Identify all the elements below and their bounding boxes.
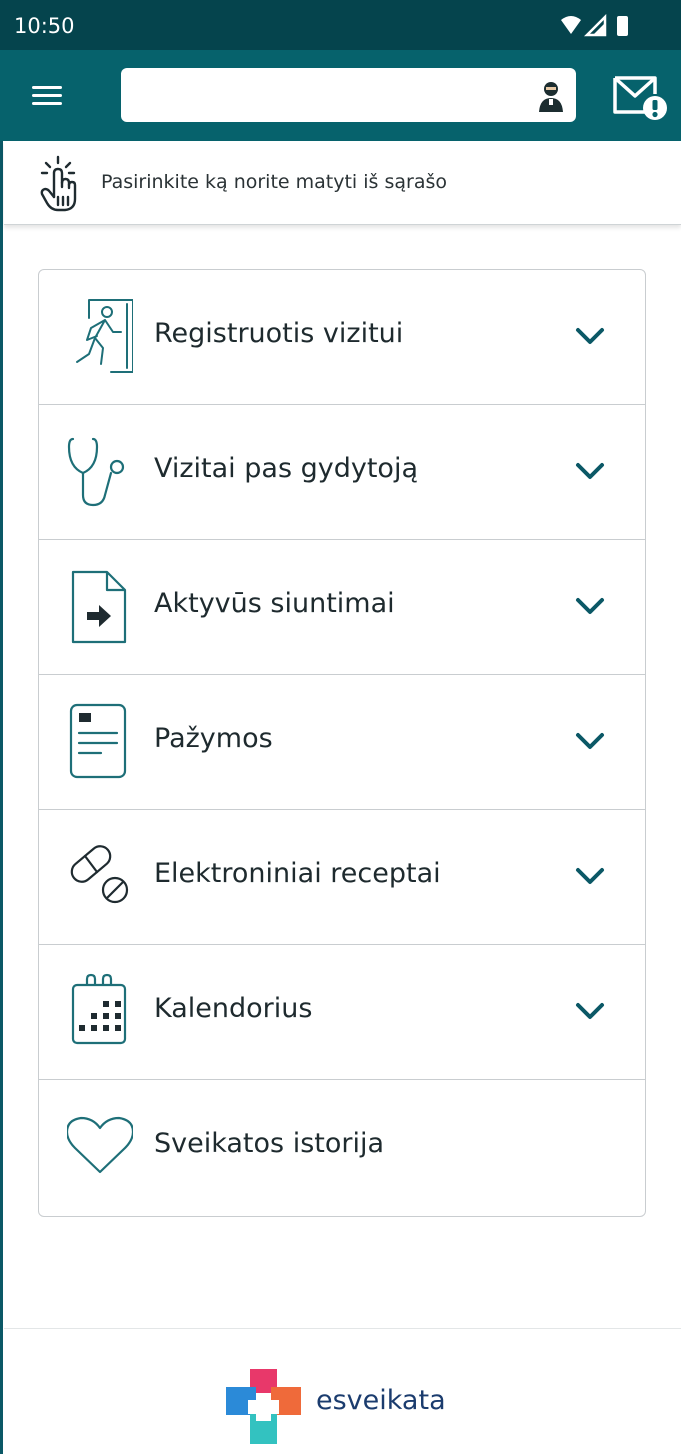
left-edge-divider	[0, 141, 3, 1454]
menu-item-label: Pažymos	[154, 723, 273, 754]
menu-item-calendar[interactable]: Kalendorius	[39, 945, 645, 1080]
mail-alert-icon[interactable]	[611, 72, 669, 120]
status-icons	[561, 14, 628, 37]
chevron-down-icon[interactable]	[575, 596, 605, 616]
logo-text: esveikata	[316, 1385, 446, 1416]
chevron-down-icon[interactable]	[575, 326, 605, 346]
menu-item-label: Elektroniniai receptai	[154, 858, 441, 889]
hint-text: Pasirinkite ką norite matyti iš sąrašo	[101, 171, 447, 193]
menu-item-label: Aktyvūs siuntimai	[154, 588, 395, 619]
search-box	[121, 68, 576, 122]
menu-item-active-referrals[interactable]: Aktyvūs siuntimai	[39, 540, 645, 675]
menu-item-doctor-visits[interactable]: Vizitai pas gydytoją	[39, 405, 645, 540]
chevron-down-icon[interactable]	[575, 731, 605, 751]
search-input[interactable]	[133, 78, 523, 112]
certificate-document-icon	[69, 703, 127, 779]
menu-item-register-visit[interactable]: Registruotis vizitui	[39, 270, 645, 405]
menu-item-label: Registruotis vizitui	[154, 318, 404, 349]
menu-item-e-prescriptions[interactable]: Elektroniniai receptai	[39, 810, 645, 945]
status-time: 10:50	[14, 14, 75, 38]
user-avatar-icon[interactable]	[538, 80, 564, 112]
chevron-down-icon[interactable]	[575, 461, 605, 481]
menu-item-label: Kalendorius	[154, 993, 313, 1024]
walking-person-door-icon	[76, 299, 133, 373]
status-bar: 10:50	[0, 0, 681, 50]
pointing-hand-icon	[40, 155, 77, 212]
app-bar	[0, 50, 681, 141]
menu-item-certificates[interactable]: Pažymos	[39, 675, 645, 810]
chevron-down-icon[interactable]	[575, 1001, 605, 1021]
hint-bar: Pasirinkite ką norite matyti iš sąrašo	[4, 141, 681, 225]
menu-item-health-history[interactable]: Sveikatos istorija	[39, 1080, 645, 1215]
services-menu: Registruotis vizitui Vizitai pas gydytoj…	[38, 269, 646, 1217]
menu-item-label: Vizitai pas gydytoją	[154, 453, 418, 484]
chevron-down-icon[interactable]	[575, 866, 605, 886]
pills-icon	[70, 845, 129, 904]
hamburger-menu-icon[interactable]	[32, 86, 62, 110]
battery-icon	[617, 16, 628, 36]
menu-item-label: Sveikatos istorija	[154, 1128, 385, 1159]
esveikata-logo-icon	[226, 1369, 301, 1444]
stethoscope-icon	[67, 437, 125, 507]
heart-icon	[67, 1116, 133, 1174]
footer: esveikata	[4, 1328, 681, 1454]
calendar-icon	[71, 973, 127, 1045]
referral-document-icon	[71, 570, 127, 644]
wifi-icon	[561, 16, 581, 34]
